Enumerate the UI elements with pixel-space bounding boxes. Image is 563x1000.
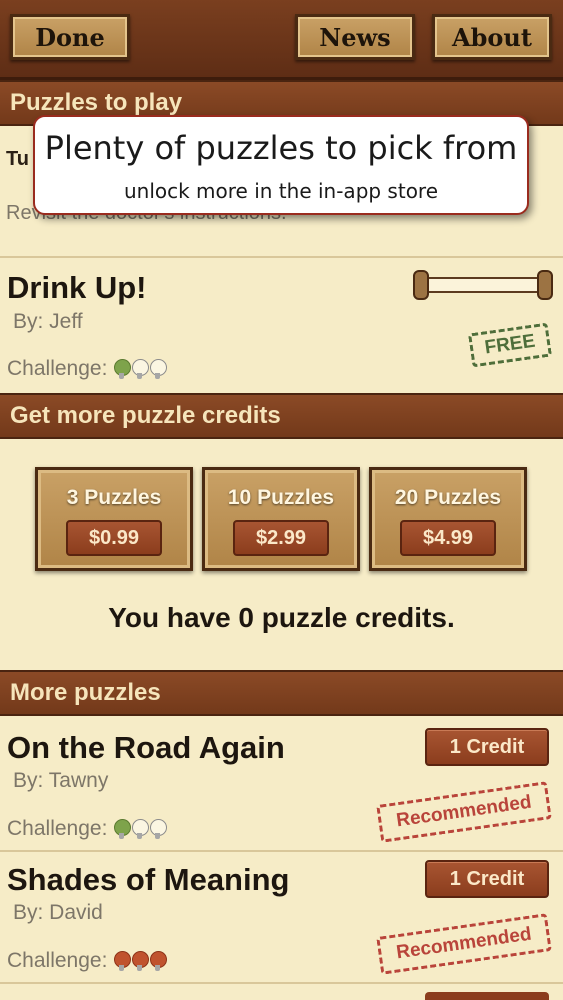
free-stamp: FREE — [468, 322, 552, 368]
credit-pack-price-button[interactable]: $2.99 — [233, 520, 329, 556]
buy-credit-button-partial[interactable] — [425, 992, 549, 1000]
onboarding-callout: Plenty of puzzles to pick from unlock mo… — [33, 115, 529, 215]
credit-pack-price-button[interactable]: $4.99 — [400, 520, 496, 556]
challenge-label: Challenge: — [7, 949, 108, 972]
challenge-label: Challenge: — [7, 817, 108, 840]
section-get-credits: Get more puzzle credits — [0, 393, 563, 439]
challenge-label: Challenge: — [7, 357, 108, 380]
row-divider — [0, 256, 563, 258]
lightbulb-icon — [131, 950, 150, 972]
buy-credit-button[interactable]: 1 Credit — [425, 860, 549, 898]
lightbulb-icon — [149, 358, 168, 380]
credit-pack-20[interactable]: 20 Puzzles $4.99 — [369, 467, 527, 571]
row-divider — [0, 982, 563, 984]
section-title: Puzzles to play — [10, 89, 183, 116]
done-button[interactable]: Done — [10, 14, 130, 60]
credit-pack-label: 20 Puzzles — [394, 486, 502, 509]
puzzle-author: By: Tawny — [13, 769, 109, 792]
news-button[interactable]: News — [295, 14, 415, 60]
lightbulb-icon — [131, 818, 150, 840]
progress-scroll-icon — [413, 270, 553, 300]
lightbulb-icon — [149, 950, 168, 972]
lightbulb-icon — [149, 818, 168, 840]
challenge-bulbs — [113, 950, 168, 972]
lightbulb-icon — [113, 818, 132, 840]
recommended-stamp: Recommended — [376, 781, 552, 843]
recommended-stamp: Recommended — [376, 913, 552, 975]
credit-pack-label: 3 Puzzles — [66, 486, 162, 509]
credits-status: You have 0 puzzle credits. — [108, 602, 455, 633]
puzzle-title[interactable]: Drink Up! — [7, 270, 147, 306]
lightbulb-icon — [113, 358, 132, 380]
about-button[interactable]: About — [432, 14, 552, 60]
callout-subtitle: unlock more in the in-app store — [123, 179, 439, 203]
partial-row-title: Tu — [6, 148, 29, 170]
lightbulb-icon — [131, 358, 150, 380]
section-more-puzzles: More puzzles — [0, 670, 563, 716]
challenge-bulbs — [113, 818, 168, 840]
credit-pack-10[interactable]: 10 Puzzles $2.99 — [202, 467, 360, 571]
challenge-rating: Challenge: — [7, 817, 168, 841]
puzzle-author: By: Jeff — [13, 310, 83, 333]
buy-credit-button[interactable]: 1 Credit — [425, 728, 549, 766]
lightbulb-icon — [113, 950, 132, 972]
credit-pack-price-button[interactable]: $0.99 — [66, 520, 162, 556]
challenge-bulbs — [113, 358, 168, 380]
challenge-rating: Challenge: — [7, 357, 168, 381]
puzzle-title[interactable]: Shades of Meaning — [7, 862, 289, 898]
credit-pack-label: 10 Puzzles — [227, 486, 335, 509]
section-title: Get more puzzle credits — [10, 402, 281, 429]
puzzle-author: By: David — [13, 901, 103, 924]
callout-title: Plenty of puzzles to pick from — [44, 129, 518, 167]
credit-pack-3[interactable]: 3 Puzzles $0.99 — [35, 467, 193, 571]
section-title: More puzzles — [10, 679, 161, 706]
challenge-rating: Challenge: — [7, 949, 168, 973]
puzzle-title[interactable]: On the Road Again — [7, 730, 285, 766]
row-divider — [0, 850, 563, 852]
